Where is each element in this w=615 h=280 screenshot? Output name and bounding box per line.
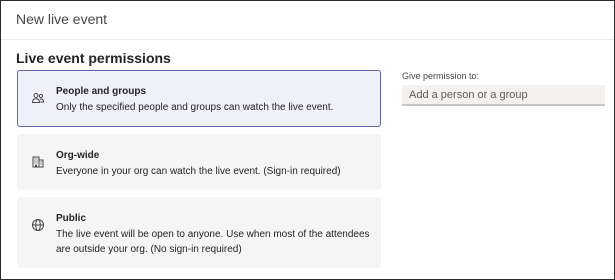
option-description: The live event will be open to anyone. U… — [56, 229, 370, 255]
globe-icon — [31, 218, 45, 232]
option-name: People and groups — [56, 86, 147, 97]
option-name: Org-wide — [56, 150, 100, 161]
header-divider — [1, 39, 614, 40]
give-permission-label: Give permission to: — [402, 71, 480, 81]
building-icon — [31, 155, 45, 169]
add-person-or-group-input[interactable] — [402, 85, 605, 106]
option-people-and-groups[interactable]: People and groups Only the specified peo… — [17, 70, 381, 127]
option-org-wide[interactable]: Org-wide Everyone in your org can watch … — [17, 134, 381, 190]
option-description: Everyone in your org can watch the live … — [56, 166, 341, 177]
new-live-event-dialog: New live event Live event permissions Pe… — [0, 0, 615, 280]
option-public[interactable]: Public The live event will be open to an… — [17, 197, 381, 268]
option-name: Public — [56, 213, 87, 224]
permissions-section-title: Live event permissions — [16, 50, 171, 66]
option-description: Only the specified people and groups can… — [56, 102, 334, 113]
dialog-title: New live event — [16, 11, 108, 27]
people-icon — [31, 91, 45, 105]
